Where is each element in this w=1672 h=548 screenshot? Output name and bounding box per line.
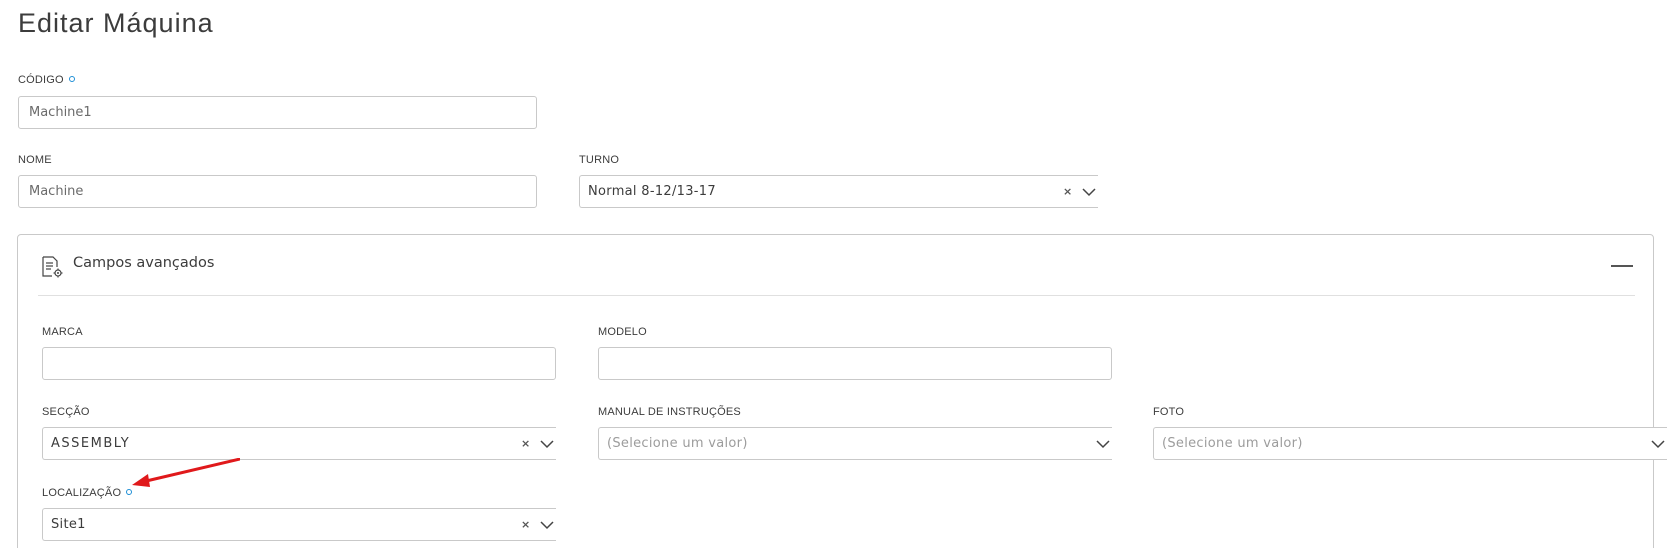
manual-select-placeholder: (Selecione um valor) (607, 436, 748, 451)
marca-label: MARCA (42, 326, 83, 338)
foto-select[interactable]: (Selecione um valor) (1153, 427, 1667, 460)
manual-select[interactable]: (Selecione um valor) (598, 427, 1112, 460)
chevron-down-icon[interactable] (1082, 185, 1096, 199)
minus-icon (1611, 265, 1633, 267)
turno-select-value: Normal 8-12/13-17 (588, 184, 716, 199)
advanced-fields-title: Campos avançados (73, 255, 215, 271)
chevron-down-icon[interactable] (1651, 437, 1665, 451)
nome-label: NOME (18, 154, 52, 166)
page-title: Editar Máquina (18, 8, 214, 38)
chevron-down-icon[interactable] (540, 518, 554, 532)
codigo-input[interactable]: Machine1 (18, 96, 537, 129)
localizacao-select[interactable]: Site1 × (42, 508, 556, 541)
seccao-label: SECÇÃO (42, 406, 90, 418)
marca-input[interactable] (42, 347, 556, 380)
chevron-down-icon[interactable] (540, 437, 554, 451)
required-indicator-icon (68, 76, 75, 82)
manual-label: MANUAL DE INSTRUÇÕES (598, 406, 741, 418)
chevron-down-icon[interactable] (1096, 437, 1110, 451)
settings-document-icon (42, 256, 63, 278)
annotation-arrow-icon (132, 458, 240, 487)
clear-icon[interactable]: × (521, 438, 531, 450)
localizacao-select-value: Site1 (51, 517, 86, 532)
turno-label: TURNO (579, 154, 620, 166)
nome-input[interactable]: Machine (18, 175, 537, 208)
modelo-input[interactable] (598, 347, 1112, 380)
collapse-button[interactable] (1611, 255, 1633, 275)
advanced-fields-panel: Campos avançados (17, 234, 1654, 548)
seccao-select-value: ASSEMBLY (51, 436, 131, 451)
clear-icon[interactable]: × (521, 519, 531, 531)
localizacao-label: LOCALIZAÇÃO (42, 487, 133, 499)
panel-divider (38, 295, 1635, 296)
foto-select-placeholder: (Selecione um valor) (1162, 436, 1303, 451)
turno-select[interactable]: Normal 8-12/13-17 × (579, 175, 1098, 208)
clear-icon[interactable]: × (1063, 186, 1073, 198)
modelo-label: MODELO (598, 326, 647, 338)
seccao-select[interactable]: ASSEMBLY × (42, 427, 556, 460)
codigo-label: CÓDIGO (18, 74, 75, 86)
foto-label: FOTO (1153, 406, 1185, 418)
